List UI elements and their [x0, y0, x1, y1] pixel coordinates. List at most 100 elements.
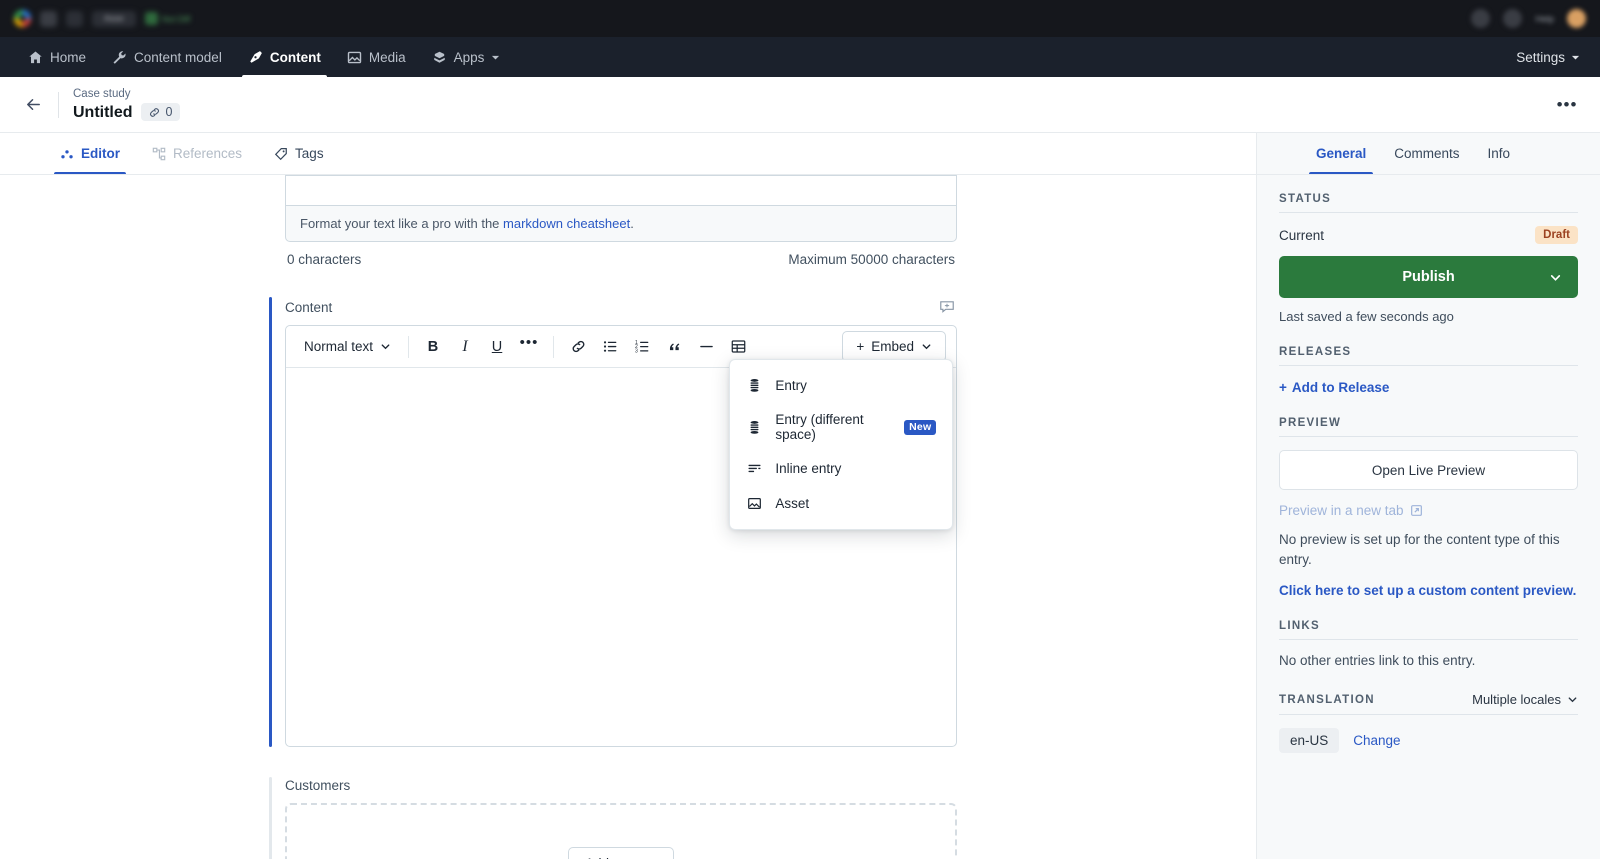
references-icon — [152, 147, 166, 161]
tab-editor[interactable]: Editor — [46, 133, 134, 174]
numbered-list-icon[interactable]: 123 — [627, 332, 657, 362]
nav-item-settings[interactable]: Settings — [1512, 50, 1584, 65]
tab-tags[interactable]: Tags — [260, 133, 338, 174]
menu-item-inline-entry[interactable]: Inline entry — [730, 451, 952, 486]
preview-section-heading: PREVIEW — [1279, 417, 1578, 437]
chrome-pill-1 — [40, 10, 57, 27]
bulleted-list-icon[interactable] — [595, 332, 625, 362]
locale-change-link[interactable]: Change — [1353, 733, 1400, 748]
chevron-down-icon — [491, 53, 500, 62]
body-split: Editor References Tags Format your text … — [0, 133, 1600, 859]
entry-title-row: Untitled 0 — [73, 103, 180, 122]
customers-drop-zone[interactable]: Add content — [285, 803, 957, 859]
chrome-pill-2 — [66, 10, 83, 27]
toolbar-separator — [408, 335, 410, 358]
entry-more-actions-button[interactable]: ••• — [1552, 90, 1582, 120]
comment-icon[interactable] — [937, 297, 957, 317]
customers-add-button[interactable]: Add content — [567, 846, 675, 859]
sidebar-tab-info-label: Info — [1487, 146, 1511, 161]
richtext-editor: Normal text B I U ••• 1 2 3 + Embed Entr… — [285, 325, 957, 747]
nav-item-media-label: Media — [368, 49, 406, 65]
tab-tags-label: Tags — [295, 146, 324, 161]
apps-icon — [432, 50, 447, 65]
customers-field-indicator — [269, 777, 272, 859]
quote-icon[interactable] — [659, 332, 689, 362]
markdown-cheatsheet-link[interactable]: markdown cheatsheet — [503, 216, 630, 231]
back-button[interactable] — [18, 90, 48, 120]
releases-section-heading: RELEASES — [1279, 346, 1578, 366]
nav-item-content-model[interactable]: Content model — [100, 37, 234, 77]
nav-item-content-model-label: Content model — [134, 49, 222, 65]
open-live-preview-button[interactable]: Open Live Preview — [1279, 450, 1578, 490]
customers-field: Customers Add content — [0, 777, 1256, 859]
embed-dropdown-menu: Entry Entry (different space) New Inline… — [729, 359, 954, 530]
link-icon[interactable] — [563, 332, 593, 362]
tab-references-label: References — [173, 146, 243, 161]
horizontal-rule-icon[interactable] — [691, 332, 721, 362]
menu-item-asset[interactable]: Asset — [730, 486, 952, 521]
locales-select[interactable]: Multiple locales — [1472, 692, 1578, 707]
setup-content-preview-link[interactable]: Click here to set up a custom content pr… — [1279, 583, 1578, 598]
menu-item-asset-label: Asset — [775, 496, 810, 511]
nav-item-content[interactable]: Content — [236, 37, 333, 77]
tab-references[interactable]: References — [138, 133, 256, 174]
more-formats-button[interactable]: ••• — [514, 332, 544, 362]
no-preview-text: No preview is set up for the content typ… — [1279, 532, 1560, 567]
menu-item-entry-different-space[interactable]: Entry (different space) New — [730, 403, 952, 451]
markdown-textarea[interactable] — [285, 175, 957, 205]
chevron-down-icon — [921, 341, 932, 352]
content-field-inner: Content Normal text B I U ••• 1 2 3 + Em… — [269, 297, 1256, 747]
markdown-field-inner: Format your text like a pro with the mar… — [285, 175, 957, 267]
nav-item-home[interactable]: Home — [16, 37, 98, 77]
menu-item-entry-label: Entry — [775, 378, 807, 393]
sidebar-tab-info[interactable]: Info — [1477, 133, 1522, 174]
chrome-status-group: Not Diff — [145, 12, 190, 25]
chrome-tab-label: Asse — [104, 14, 124, 23]
releases-heading-label: RELEASES — [1279, 346, 1352, 358]
help-label: Help — [1535, 13, 1554, 24]
embed-button-label: Embed — [871, 339, 914, 354]
content-field-label: Content — [285, 299, 333, 315]
embed-button[interactable]: + Embed — [842, 331, 946, 362]
nav-item-media[interactable]: Media — [335, 37, 418, 77]
top-navigation: Home Content model Content Media Apps Se… — [0, 37, 1600, 77]
preview-new-tab-link[interactable]: Preview in a new tab — [1279, 503, 1423, 518]
sidebar-tab-general-label: General — [1316, 146, 1367, 161]
publish-button[interactable]: Publish — [1279, 256, 1578, 298]
preview-new-tab-label: Preview in a new tab — [1279, 503, 1404, 518]
links-count-badge[interactable]: 0 — [140, 103, 180, 122]
markdown-field: Format your text like a pro with the mar… — [0, 175, 1256, 267]
menu-item-inline-entry-label: Inline entry — [775, 461, 842, 476]
browser-chrome-left: Asse Not Diff — [14, 10, 190, 27]
asset-icon — [746, 495, 763, 512]
italic-button[interactable]: I — [450, 332, 480, 362]
content-field-label-row: Content — [285, 297, 957, 317]
nav-item-content-label: Content — [269, 49, 321, 65]
embed-control-wrap: + Embed Entry Entry (different space) Ne… — [729, 331, 954, 530]
add-to-release-button[interactable]: + Add to Release — [1279, 380, 1389, 395]
content-field-focus-indicator — [269, 297, 272, 747]
editor-scroll-area[interactable]: Format your text like a pro with the mar… — [0, 175, 1256, 859]
bold-button[interactable]: B — [418, 332, 448, 362]
text-style-select-label: Normal text — [304, 339, 374, 354]
nav-item-apps[interactable]: Apps — [420, 37, 513, 77]
underline-button[interactable]: U — [482, 332, 512, 362]
top-nav-items: Home Content model Content Media Apps — [16, 37, 512, 77]
sidebar-tab-general[interactable]: General — [1305, 133, 1377, 174]
header-divider — [58, 91, 59, 118]
entry-header: Case study Untitled 0 ••• — [0, 77, 1600, 133]
browser-chrome-right: Help — [1471, 9, 1586, 28]
inline-entry-icon — [746, 460, 763, 477]
locale-row: en-US Change — [1279, 728, 1578, 754]
search-icon — [1471, 9, 1491, 28]
menu-item-entry[interactable]: Entry — [730, 368, 952, 403]
entry-icon — [746, 419, 763, 436]
sidebar-tab-comments[interactable]: Comments — [1383, 133, 1470, 174]
chevron-down-icon[interactable] — [1549, 271, 1562, 284]
content-field: Content Normal text B I U ••• 1 2 3 + Em… — [0, 297, 1256, 747]
text-style-select[interactable]: Normal text — [296, 334, 399, 359]
nav-item-apps-label: Apps — [453, 49, 485, 65]
richtext-toolbar: Normal text B I U ••• 1 2 3 + Embed Entr… — [286, 326, 956, 530]
add-to-release-label: Add to Release — [1291, 380, 1390, 395]
table-icon[interactable] — [723, 332, 753, 362]
